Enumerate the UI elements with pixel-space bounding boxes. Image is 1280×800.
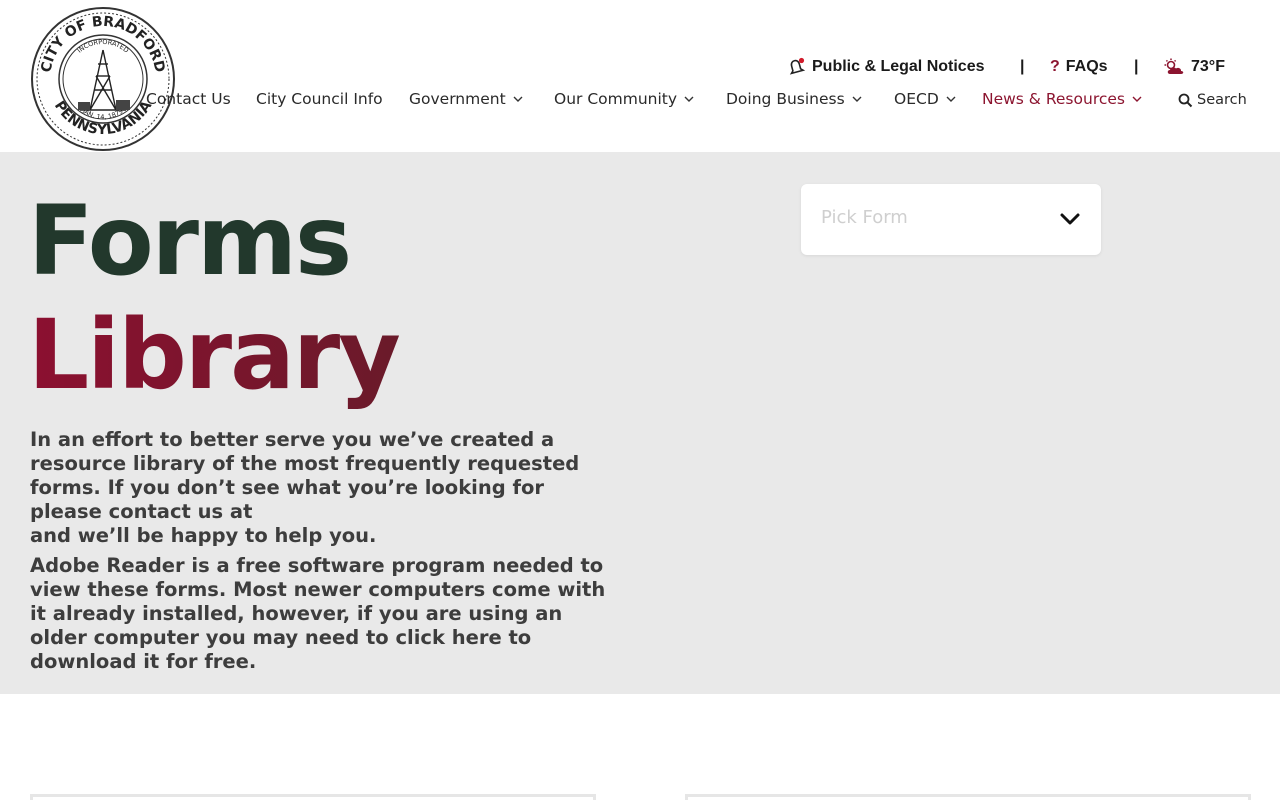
nav-label: City Council Info	[256, 90, 383, 108]
intro-text-end: and we’ll be happy to help you.	[30, 524, 377, 547]
nav-label: Government	[409, 90, 506, 108]
notices-label: Public & Legal Notices	[812, 58, 985, 75]
search-label: Search	[1197, 92, 1247, 108]
page-title-line2: Library	[28, 299, 401, 411]
forms-library-hero: Forms Library In an effort to better ser…	[0, 152, 1280, 694]
intro-text: In an effort to better serve you we’ve c…	[30, 428, 580, 523]
nav-item-government[interactable]: Government	[409, 90, 523, 108]
question-icon: ?	[1050, 58, 1060, 75]
nav-item-oecd[interactable]: OECD	[894, 90, 956, 108]
nav-label: Contact Us	[146, 90, 231, 108]
nav-label: News & Resources	[982, 90, 1125, 108]
faqs-label: FAQs	[1065, 58, 1108, 75]
nav-item-our-community[interactable]: Our Community	[554, 90, 694, 108]
separator: |	[1134, 58, 1139, 75]
nav-label: Doing Business	[726, 90, 845, 108]
public-legal-notices-link[interactable]: Public & Legal Notices	[786, 57, 996, 77]
bell-icon	[789, 57, 806, 75]
search-icon	[1178, 93, 1193, 107]
chevron-down-icon	[513, 96, 523, 102]
nav-item-doing-business[interactable]: Doing Business	[726, 90, 862, 108]
pick-form-placeholder: Pick Form	[821, 207, 908, 228]
weather-widget[interactable]: 73°F	[1163, 58, 1225, 76]
nav-label: Our Community	[554, 90, 678, 108]
temperature-value: 73°F	[1191, 58, 1225, 75]
utility-bar: Public & Legal Notices | ? FAQs | 73°F	[786, 56, 1225, 78]
city-seal-logo[interactable]: CITY OF BRADFORD PENNSYLVANIA INCORPORAT…	[30, 6, 176, 152]
chevron-down-icon	[852, 96, 862, 102]
form-card[interactable]	[685, 794, 1251, 800]
partly-cloudy-icon	[1164, 58, 1184, 74]
nav-item-news-resources[interactable]: News & Resources	[982, 90, 1142, 108]
nav-item-city-council-info[interactable]: City Council Info	[256, 90, 383, 108]
page-title-line1: Forms	[28, 185, 352, 297]
separator: |	[1020, 58, 1025, 75]
intro-paragraph: In an effort to better serve you we’ve c…	[30, 428, 610, 548]
search-button[interactable]: Search	[1178, 92, 1247, 108]
nav-item-contact-us[interactable]: Contact Us	[146, 90, 231, 108]
chevron-down-icon	[684, 96, 694, 102]
adobe-reader-paragraph: Adobe Reader is a free software program …	[30, 554, 606, 673]
faqs-link[interactable]: ? FAQs	[1050, 58, 1108, 76]
pick-form-dropdown[interactable]: Pick Form	[801, 184, 1101, 255]
chevron-down-icon	[1132, 96, 1142, 102]
site-header: CITY OF BRADFORD PENNSYLVANIA INCORPORAT…	[0, 0, 1280, 152]
nav-label: OECD	[894, 90, 939, 108]
chevron-down-icon	[1060, 213, 1080, 225]
form-card[interactable]	[30, 794, 596, 800]
chevron-down-icon	[946, 96, 956, 102]
